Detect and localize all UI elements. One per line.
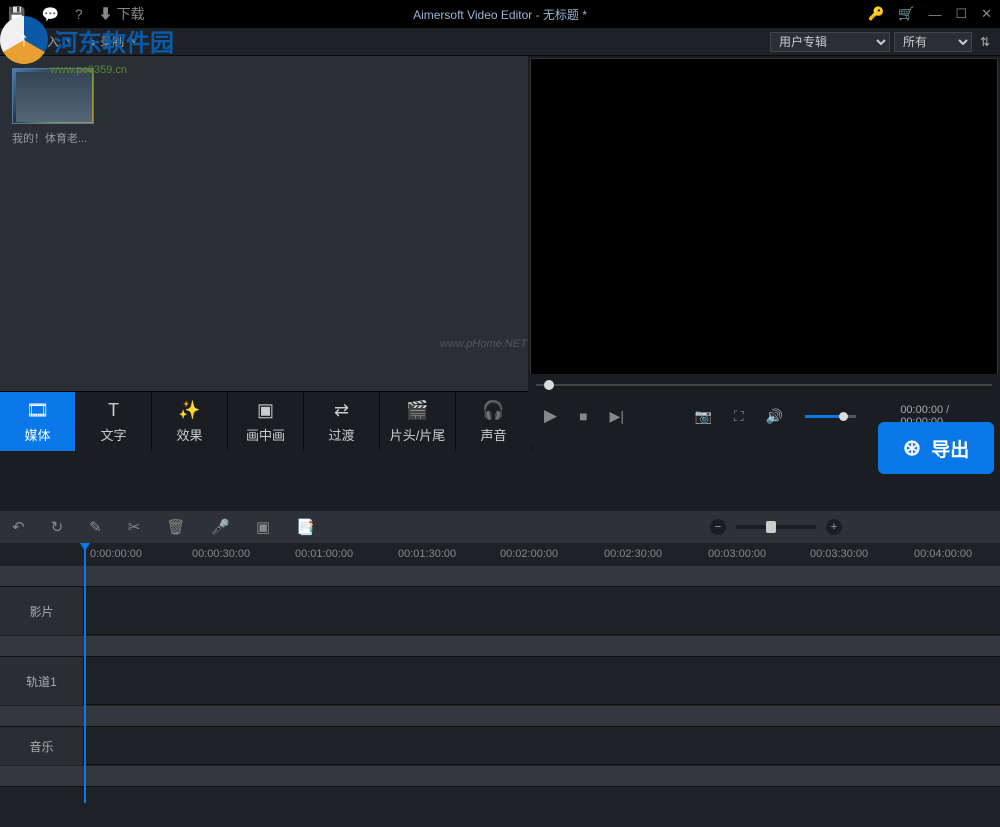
tab-intro[interactable]: 🎬片头/片尾 — [380, 392, 456, 451]
export-button[interactable]: ⊛ 导出 — [878, 422, 994, 474]
volume-icon[interactable]: 🔊 — [766, 408, 783, 425]
window-title: Aimersoft Video Editor - 无标题 * — [413, 6, 587, 23]
ruler-mark: 00:03:00:00 — [708, 548, 766, 560]
cut-button[interactable]: ✂ — [128, 518, 141, 536]
redo-button[interactable]: ↻ — [51, 518, 64, 536]
text-icon: T — [108, 400, 119, 421]
track-music[interactable] — [84, 727, 1000, 765]
volume-slider[interactable] — [805, 415, 856, 418]
media-thumbnail[interactable] — [12, 68, 94, 124]
scrubber-handle[interactable] — [544, 380, 554, 390]
media-item-label: 我的！体育老... — [12, 130, 94, 146]
headphones-icon: 🎧 — [482, 400, 504, 421]
track-label-music: 音乐 — [0, 727, 84, 765]
scrubber[interactable] — [536, 378, 992, 392]
watermark-text: www.pHome.NET — [440, 338, 527, 350]
track-video[interactable] — [84, 587, 1000, 635]
cart-icon[interactable]: 🛒 — [898, 6, 914, 22]
tab-text[interactable]: T文字 — [76, 392, 152, 451]
ruler-mark: 00:04:00:00 — [914, 548, 972, 560]
media-item[interactable]: 我的！体育老... — [12, 68, 94, 146]
zoom-out-button[interactable]: − — [710, 519, 726, 535]
album-select[interactable]: 用户专辑 — [770, 32, 890, 52]
wand-icon: ✨ — [178, 400, 200, 421]
track-label-1: 轨道1 — [0, 657, 84, 705]
crop-button[interactable]: ▣ — [256, 518, 270, 536]
pip-icon: ▣ — [257, 400, 274, 421]
zoom-in-button[interactable]: + — [826, 519, 842, 535]
track-label-video: 影片 — [0, 587, 84, 635]
step-button[interactable]: ▶| — [610, 408, 624, 425]
ruler-mark: 00:01:30:00 — [398, 548, 456, 560]
snapshot-button[interactable]: 📷 — [694, 408, 711, 425]
tab-effects[interactable]: ✨效果 — [152, 392, 228, 451]
timeline-tracks: 影片 轨道1 音乐 — [0, 565, 1000, 827]
film-icon: 🎞 — [26, 400, 49, 421]
timeline-toolbar: ↶ ↻ ✎ ✂ 🗑 🎤 ▣ 📑 − + — [0, 511, 1000, 543]
reel-icon: ⊛ — [903, 435, 921, 461]
tab-media[interactable]: 🎞媒体 — [0, 392, 76, 451]
ruler-mark: 00:02:30:00 — [604, 548, 662, 560]
playhead[interactable] — [84, 543, 86, 803]
stop-button[interactable]: ■ — [579, 408, 587, 424]
ruler-mark: 00:00:30:00 — [192, 548, 250, 560]
tab-transition[interactable]: ⇄过渡 — [304, 392, 380, 451]
fullscreen-button[interactable]: ⛶ — [734, 408, 744, 425]
tab-pip[interactable]: ▣画中画 — [228, 392, 304, 451]
close-button[interactable]: ✕ — [981, 6, 992, 22]
key-icon[interactable]: 🔑 — [868, 6, 884, 22]
zoom-slider[interactable] — [736, 525, 816, 529]
track-1[interactable] — [84, 657, 1000, 705]
preview-panel — [530, 58, 998, 389]
ruler-mark: 0:00:00:00 — [90, 548, 142, 560]
transition-icon: ⇄ — [334, 400, 349, 421]
undo-button[interactable]: ↶ — [12, 518, 25, 536]
ruler-mark: 00:03:30:00 — [810, 548, 868, 560]
delete-button[interactable]: 🗑 — [166, 518, 185, 536]
marker-button[interactable]: 📑 — [296, 518, 315, 536]
clapper-icon: 🎬 — [406, 400, 428, 421]
play-button[interactable]: ▶ — [544, 406, 557, 426]
timeline-ruler[interactable]: 0:00:00:00 00:00:30:00 00:01:00:00 00:01:30… — [0, 543, 1000, 565]
minimize-button[interactable]: — — [928, 7, 941, 22]
tab-audio[interactable]: 🎧声音 — [456, 392, 532, 451]
ruler-mark: 00:01:00:00 — [295, 548, 353, 560]
mic-button[interactable]: 🎤 — [211, 518, 230, 536]
sort-icon[interactable]: ⇅ — [980, 35, 990, 49]
logo-watermark: ↑ 河东软件园 www.pc0359.cn — [0, 16, 174, 64]
ruler-mark: 00:02:00:00 — [500, 548, 558, 560]
filter-select[interactable]: 所有 — [894, 32, 972, 52]
maximize-button[interactable]: ☐ — [955, 6, 967, 22]
edit-button[interactable]: ✎ — [89, 518, 102, 536]
